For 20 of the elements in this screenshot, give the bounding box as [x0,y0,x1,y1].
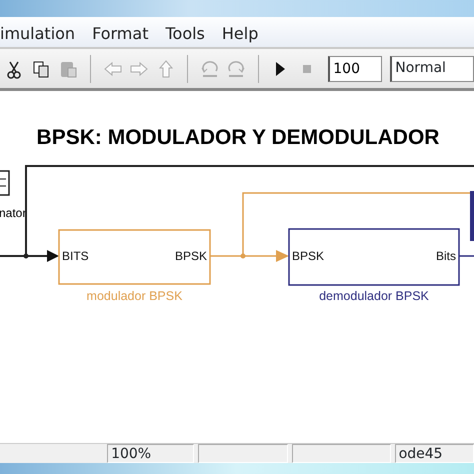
source-block [0,170,10,196]
undo-icon [200,58,220,78]
diagram-title: BPSK: MODULADOR Y DEMODULADOR [36,126,440,149]
stop-time-field[interactable]: 100 [328,56,382,82]
port-label: BPSK [292,249,324,263]
status-pane: ode45 [394,444,474,463]
block-label: nator [0,206,26,220]
block-caption: demodulador BPSK [319,289,429,303]
menu-item[interactable]: Format [92,22,148,47]
block-edge [470,191,474,241]
status-pane: 100% [107,444,194,463]
redo-icon [226,58,246,78]
port-label: BITS [62,249,89,263]
port-label: Bits [436,249,456,263]
menu-item[interactable]: Help [222,22,258,47]
menu-item[interactable]: imulation [0,22,76,47]
simulation-mode-field[interactable]: Normal [390,56,474,82]
menu-item[interactable]: Tools [165,22,205,47]
block-caption: modulador BPSK [86,289,182,303]
port-label: BPSK [174,249,207,263]
